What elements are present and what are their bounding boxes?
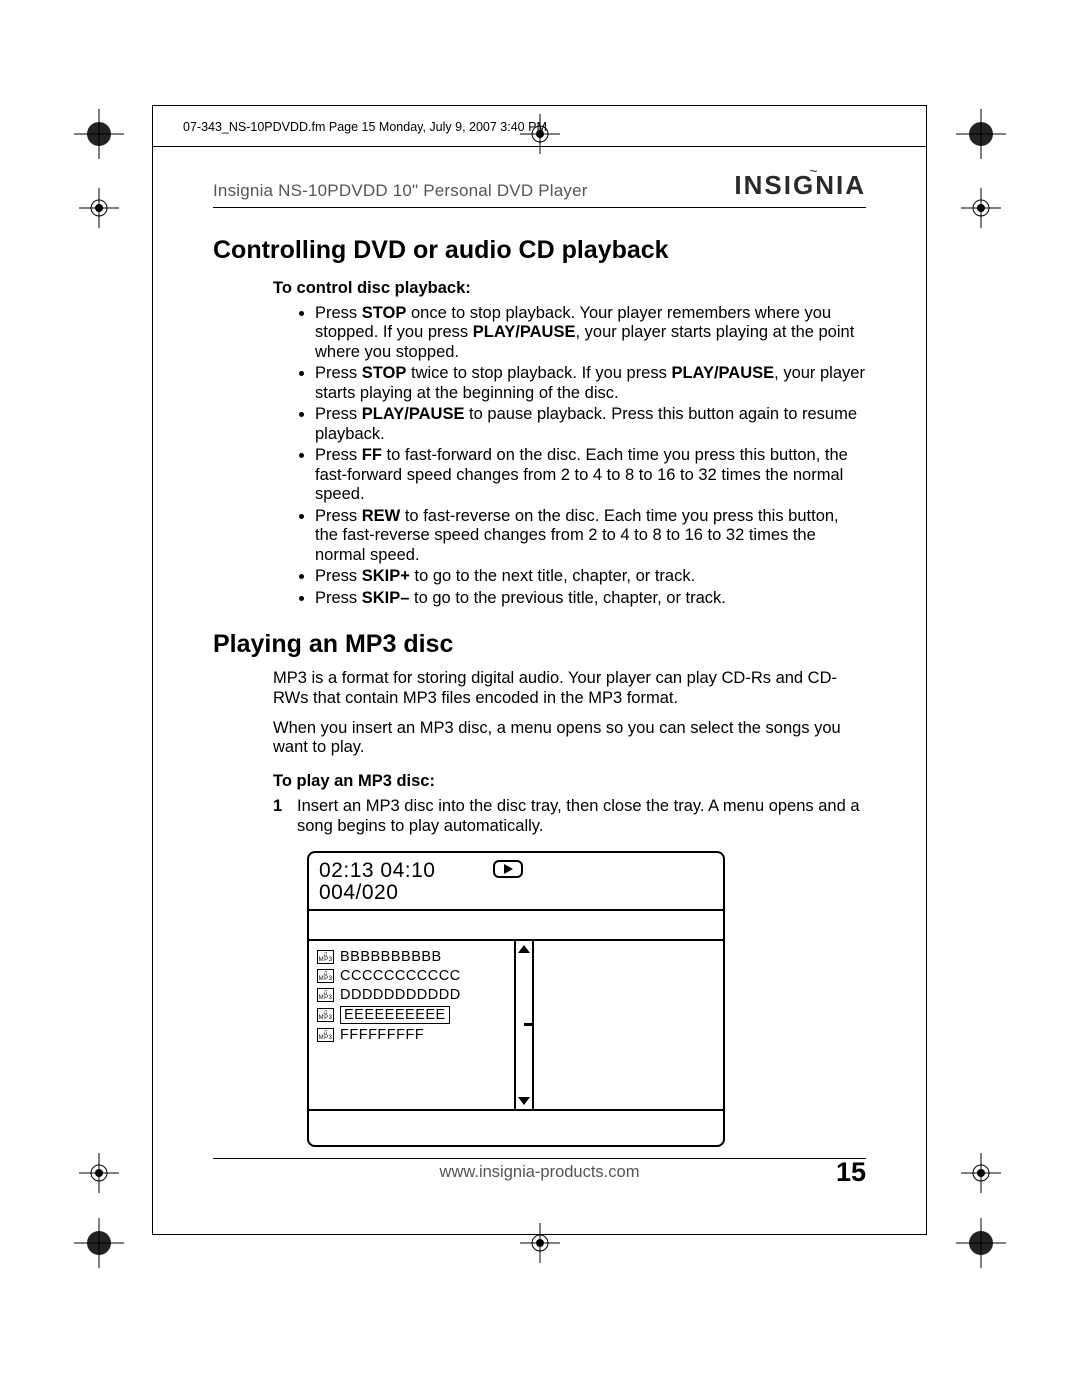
- bullet-item: Press FF to fast-forward on the disc. Ea…: [315, 446, 866, 504]
- track-name: CCCCCCCCCCC: [340, 968, 461, 984]
- track-name: BBBBBBBBBB: [340, 949, 442, 965]
- track-row: MP3 CCCCCCCCCCC: [317, 968, 508, 984]
- scroll-up-icon: [518, 945, 530, 953]
- paragraph: When you insert an MP3 disc, a menu open…: [273, 719, 866, 759]
- footer-rule: [213, 1158, 866, 1159]
- crop-mark: [956, 183, 1006, 233]
- crop-mark: [956, 109, 1006, 159]
- track-name: EEEEEEEEEE: [340, 1006, 450, 1024]
- bullet-item: Press STOP once to stop playback. Your p…: [315, 304, 866, 362]
- subsection-heading: To play an MP3 disc:: [273, 772, 866, 791]
- step-number: 1: [273, 797, 287, 837]
- scroll-down-icon: [518, 1097, 530, 1105]
- bullet-item: Press SKIP– to go to the previous title,…: [315, 589, 866, 608]
- mp3-menu-figure: 02:13 04:10 004/020 MP3BBBBBBBBBBMP3CCCC…: [307, 851, 725, 1147]
- mp3-file-icon: MP3: [317, 969, 334, 983]
- frame-rule: [153, 146, 926, 147]
- figure-footer: [309, 1109, 723, 1145]
- track-row: MP3 EEEEEEEEEE: [317, 1006, 508, 1024]
- track-row: MP3 DDDDDDDDDDD: [317, 987, 508, 1003]
- section-heading: Controlling DVD or audio CD playback: [213, 236, 866, 265]
- figure-right-pane: [534, 941, 723, 1109]
- scrollbar: [514, 941, 534, 1109]
- crop-mark: [74, 183, 124, 233]
- bullet-list: Press STOP once to stop playback. Your p…: [315, 304, 866, 608]
- bullet-item: Press PLAY/PAUSE to pause playback. Pres…: [315, 405, 866, 444]
- mp3-file-icon: MP3: [317, 1008, 334, 1022]
- track-name: FFFFFFFFF: [340, 1027, 424, 1043]
- track-counter: 004/020: [319, 881, 713, 905]
- mp3-file-icon: MP3: [317, 988, 334, 1002]
- crop-mark: [74, 1218, 124, 1268]
- section-heading: Playing an MP3 disc: [213, 630, 866, 659]
- brand-logo: ~INSIGNIA: [734, 170, 866, 201]
- crop-mark: [74, 109, 124, 159]
- subsection-heading: To control disc playback:: [273, 279, 866, 298]
- page-meta: 07-343_NS-10PDVDD.fm Page 15 Monday, Jul…: [183, 120, 547, 134]
- footer-url: www.insignia-products.com: [440, 1163, 640, 1182]
- step-item: 1 Insert an MP3 disc into the disc tray,…: [273, 797, 866, 837]
- step-text: Insert an MP3 disc into the disc tray, t…: [297, 797, 866, 837]
- page-frame: 07-343_NS-10PDVDD.fm Page 15 Monday, Jul…: [152, 105, 927, 1235]
- mp3-file-icon: MP3: [317, 950, 334, 964]
- track-row: MP3 BBBBBBBBBB: [317, 949, 508, 965]
- track-list: MP3 BBBBBBBBBB MP3 CCCCCCCCCCC MP3 DDDDDDDDDD…: [309, 941, 514, 1109]
- bullet-item: Press SKIP+ to go to the next title, cha…: [315, 567, 866, 586]
- crop-mark: [956, 1148, 1006, 1198]
- mp3-file-icon: MP3: [317, 1028, 334, 1042]
- crop-mark: [956, 1218, 1006, 1268]
- track-name: DDDDDDDDDDD: [340, 987, 461, 1003]
- figure-spacer: [309, 911, 723, 941]
- bullet-item: Press STOP twice to stop playback. If yo…: [315, 364, 866, 403]
- crop-mark: [74, 1148, 124, 1198]
- play-icon: [493, 860, 523, 878]
- page-number: 15: [836, 1157, 866, 1188]
- bullet-item: Press REW to fast-reverse on the disc. E…: [315, 507, 866, 565]
- track-row: MP3 FFFFFFFFF: [317, 1027, 508, 1043]
- step-list: 1 Insert an MP3 disc into the disc tray,…: [273, 797, 866, 837]
- header-rule: [213, 207, 866, 208]
- product-title: Insignia NS-10PDVDD 10" Personal DVD Pla…: [213, 181, 588, 201]
- scroll-thumb: [516, 953, 532, 1097]
- paragraph: MP3 is a format for storing digital audi…: [273, 669, 866, 709]
